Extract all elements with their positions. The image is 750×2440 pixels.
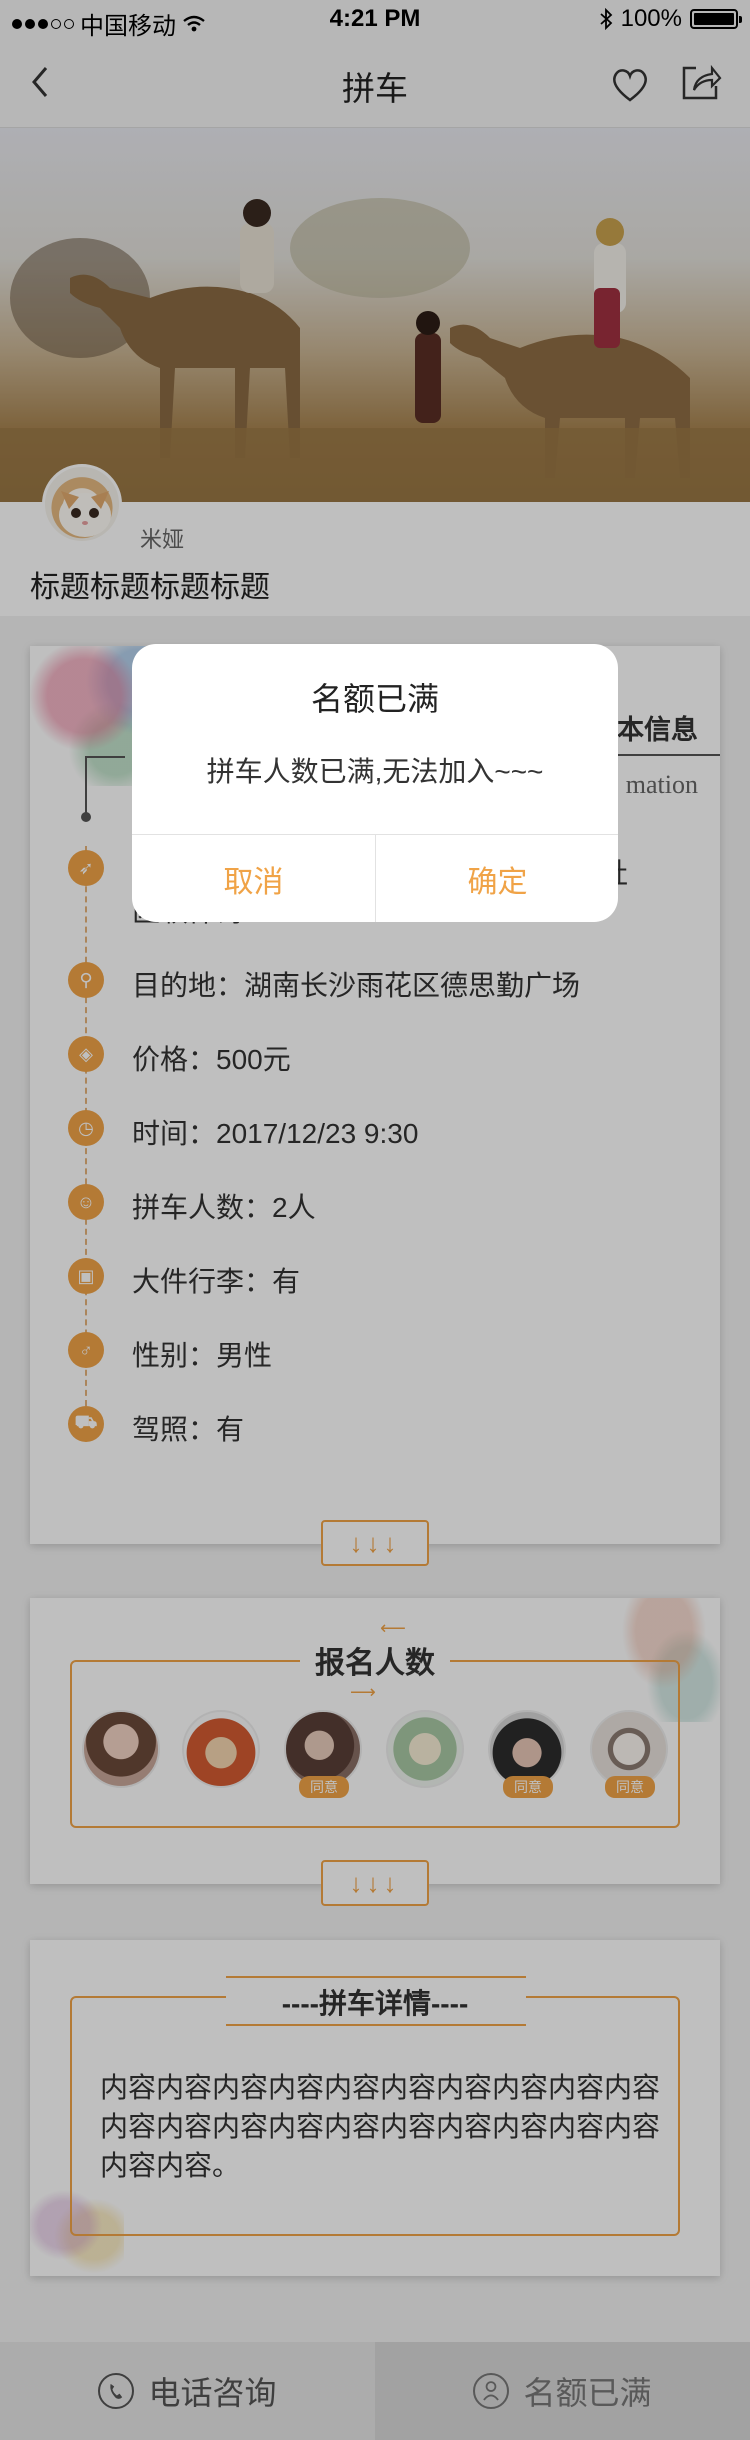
modal-overlay[interactable] (0, 0, 750, 2440)
full-alert-dialog: 名额已满 拼车人数已满,无法加入~~~ 取消 确定 (132, 644, 618, 922)
confirm-button[interactable]: 确定 (376, 835, 618, 922)
dialog-title: 名额已满 (310, 681, 439, 717)
cancel-button[interactable]: 取消 (132, 835, 375, 922)
dialog-message: 拼车人数已满,无法加入~~~ (206, 756, 544, 787)
